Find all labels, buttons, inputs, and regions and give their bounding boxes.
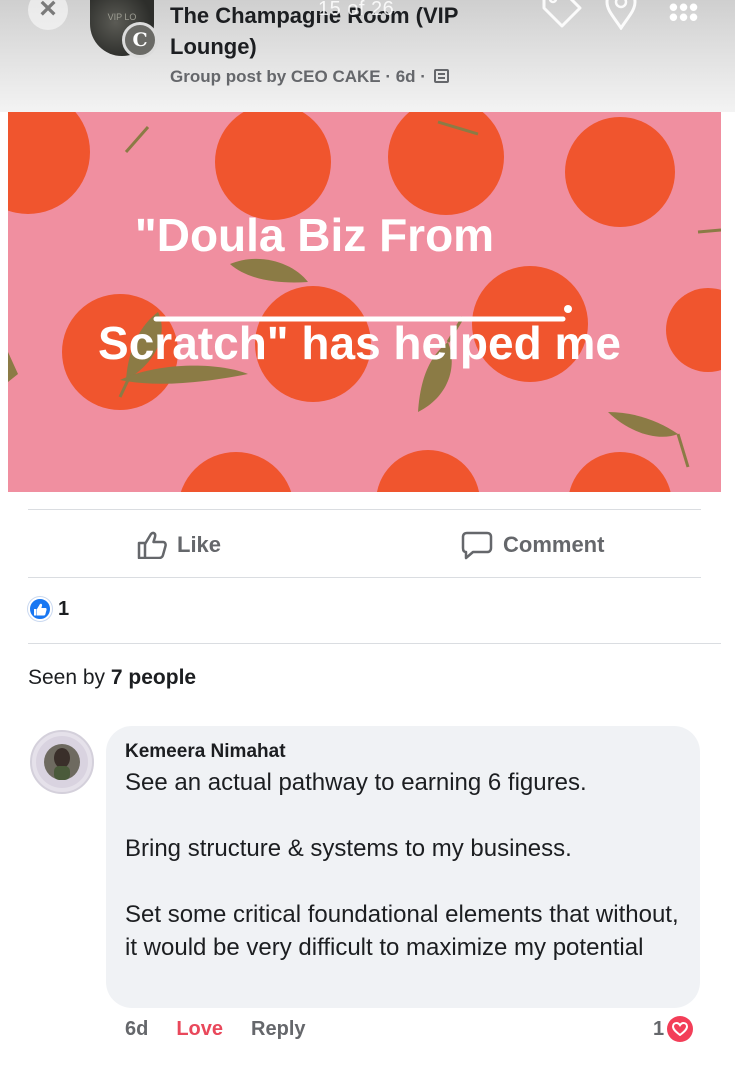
location-icon[interactable]: [603, 0, 639, 30]
comment-reaction-count: 1: [653, 1017, 665, 1040]
commenter-avatar[interactable]: [30, 730, 94, 794]
reply-button[interactable]: Reply: [251, 1018, 305, 1041]
comment-paragraph: Bring structure & systems to my business…: [125, 835, 572, 862]
comment-bubble[interactable]: Kemeera Nimahat See an actual pathway to…: [106, 726, 700, 1008]
poster-avatar[interactable]: C: [122, 22, 158, 58]
comment-icon: [461, 531, 493, 560]
post-header: × VIP LO C The Champagne Room (VIP Loung…: [0, 0, 735, 112]
thumbs-up-icon: [137, 531, 167, 559]
comment-paragraph: Set some critical foundational elements …: [125, 901, 679, 961]
comment-button[interactable]: Comment: [461, 527, 604, 563]
post-meta: Group post by CEO CAKE · 6d ·: [170, 67, 449, 87]
close-icon[interactable]: ×: [28, 0, 68, 30]
tag-icon[interactable]: [540, 0, 582, 28]
image-caption-line1: "Doula Biz From: [134, 209, 495, 261]
comment-paragraph: See an actual pathway to earning 6 figur…: [125, 769, 587, 796]
comment-reactions[interactable]: 1: [653, 1016, 694, 1042]
comment-time[interactable]: 6d: [125, 1018, 148, 1041]
post-image[interactable]: "Doula Biz From Scratch" has helped me: [8, 112, 721, 492]
like-reaction-icon: [28, 597, 52, 621]
post-meta-text: Group post by CEO CAKE · 6d ·: [170, 67, 426, 86]
image-caption: "Doula Biz From Scratch" has helped me: [8, 154, 721, 424]
heart-icon: [667, 1016, 694, 1042]
seen-by-prefix: Seen by: [28, 666, 106, 689]
like-label: Like: [177, 532, 222, 557]
comment-text: See an actual pathway to earning 6 figur…: [125, 766, 682, 964]
more-icon[interactable]: ••• •••: [664, 0, 704, 30]
divider: [28, 509, 701, 510]
reaction-count: 1: [58, 597, 70, 620]
commenter-name[interactable]: Kemeera Nimahat: [125, 738, 682, 766]
comment-label: Comment: [503, 532, 605, 557]
group-avatar-text: VIP LO: [107, 12, 137, 22]
seen-by-count: 7 people: [110, 666, 197, 689]
seen-by[interactable]: Seen by 7 people: [28, 666, 196, 690]
divider: [28, 643, 721, 644]
photo-counter: 15 of 26: [318, 0, 395, 20]
comment-footer: 6d Love Reply: [125, 1018, 306, 1041]
group-post-icon: [433, 69, 449, 83]
divider: [28, 577, 701, 578]
reaction-summary[interactable]: 1: [28, 597, 69, 621]
like-button[interactable]: Like: [137, 527, 221, 563]
image-caption-line2: Scratch" has helped me: [98, 317, 621, 369]
love-button[interactable]: Love: [176, 1018, 223, 1041]
